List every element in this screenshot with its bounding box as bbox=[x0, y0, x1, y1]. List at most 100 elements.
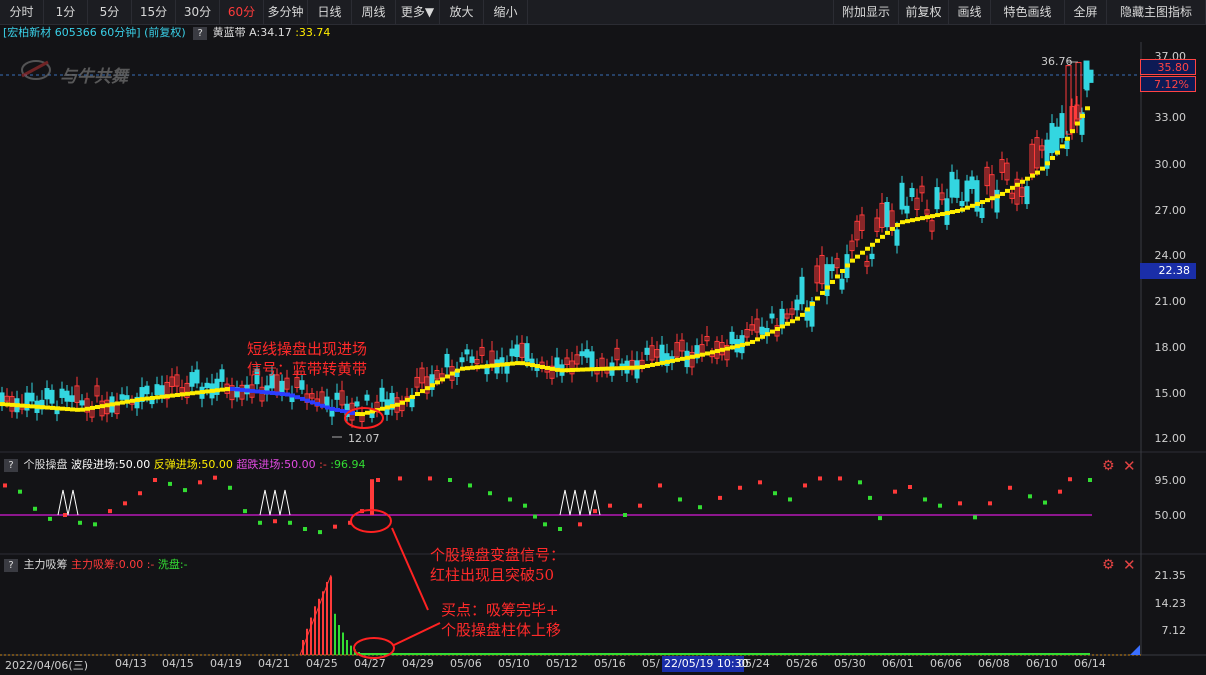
candle-body bbox=[189, 372, 195, 387]
panel2-y-tick: 95.00 bbox=[1154, 474, 1187, 487]
band-segment bbox=[1020, 179, 1025, 184]
candle-body bbox=[219, 369, 225, 382]
wave-point bbox=[333, 524, 337, 529]
band-segment bbox=[20, 403, 25, 408]
crosshair-price-box: 22.38 bbox=[1140, 263, 1196, 279]
gear-icon[interactable]: ⚙ bbox=[1102, 459, 1116, 473]
candle-body bbox=[799, 276, 805, 305]
band-segment bbox=[470, 365, 475, 370]
band-segment bbox=[1065, 136, 1070, 141]
panel2-help-button[interactable]: ? bbox=[4, 458, 18, 472]
wave-point bbox=[818, 476, 822, 481]
candle-body bbox=[524, 343, 530, 362]
band-segment bbox=[5, 402, 10, 407]
band-segment bbox=[1050, 155, 1055, 160]
wave-point bbox=[718, 495, 722, 500]
wave-point bbox=[988, 501, 992, 506]
band-segment bbox=[205, 389, 210, 394]
panel3-sep: :- bbox=[146, 558, 155, 571]
panel3-help-button[interactable]: ? bbox=[4, 558, 18, 572]
candle-body bbox=[514, 344, 520, 358]
band-segment bbox=[755, 337, 760, 342]
candle-body bbox=[659, 344, 665, 363]
buy-point-annotation: 买点：吸筹完毕+ 个股操盘柱体上移 bbox=[441, 600, 561, 640]
band-segment bbox=[495, 363, 500, 368]
candle-body bbox=[794, 299, 800, 311]
band-segment bbox=[775, 326, 780, 331]
band-segment bbox=[1040, 166, 1045, 171]
band-segment bbox=[990, 196, 995, 201]
band-segment bbox=[325, 405, 330, 410]
scroll-corner-icon[interactable] bbox=[1130, 645, 1140, 655]
band-segment bbox=[655, 361, 660, 366]
x-tick: 05/16 bbox=[594, 657, 626, 670]
y-tick: 15.00 bbox=[1154, 387, 1187, 400]
x-tick: 04/19 bbox=[210, 657, 242, 670]
band-segment bbox=[920, 216, 925, 221]
band-segment bbox=[665, 359, 670, 364]
x-tick: 2022/04/06(三) bbox=[5, 659, 88, 672]
wave-point bbox=[168, 481, 172, 486]
gear-icon[interactable]: ⚙ bbox=[1102, 558, 1116, 572]
panel2-y-tick: 50.00 bbox=[1154, 509, 1187, 522]
band-segment bbox=[825, 285, 830, 290]
band-segment bbox=[135, 397, 140, 402]
panel2-header: ? 个股操盘 波段进场:50.00 反弹进场:50.00 超跌进场:50.00 … bbox=[0, 457, 366, 472]
band-segment bbox=[795, 316, 800, 321]
wave-point bbox=[533, 514, 537, 519]
candle-body bbox=[364, 394, 370, 401]
band-segment bbox=[725, 346, 730, 351]
band-segment bbox=[955, 209, 960, 214]
watermark-logo bbox=[21, 60, 51, 80]
band-segment bbox=[360, 412, 365, 417]
band-segment bbox=[440, 377, 445, 382]
close-icon[interactable]: ✕ bbox=[1123, 558, 1137, 573]
wave-point bbox=[1058, 489, 1062, 494]
panel3-wash: 洗盘:- bbox=[157, 558, 188, 571]
candle-body bbox=[759, 326, 765, 335]
wave-point bbox=[318, 530, 322, 535]
annotation-line: 红柱出现且突破50 bbox=[430, 566, 555, 584]
band-segment bbox=[170, 393, 175, 398]
candle-body bbox=[994, 189, 1000, 213]
panel3-y-tick: 7.12 bbox=[1161, 624, 1187, 637]
band-segment bbox=[15, 403, 20, 408]
wave-point bbox=[623, 513, 627, 517]
band-segment bbox=[675, 357, 680, 362]
wave-point bbox=[838, 476, 842, 481]
band-segment bbox=[705, 351, 710, 356]
band-segment bbox=[970, 203, 975, 208]
band-segment bbox=[735, 344, 740, 349]
wave-point bbox=[593, 509, 597, 514]
band-segment bbox=[830, 279, 835, 284]
wave-point bbox=[608, 503, 612, 508]
band-segment bbox=[95, 405, 100, 410]
close-icon[interactable]: ✕ bbox=[1123, 459, 1137, 474]
entry-signal-annotation: 短线操盘出现进场 信号：蓝带转黄带 bbox=[247, 339, 367, 379]
wave-point bbox=[18, 489, 22, 494]
annotation-line: 买点：吸筹完毕+ bbox=[441, 601, 559, 619]
band-segment bbox=[100, 404, 105, 409]
candle-body bbox=[509, 348, 515, 357]
x-tick: 04/25 bbox=[306, 657, 338, 670]
band-segment bbox=[590, 367, 595, 372]
band-segment bbox=[800, 312, 805, 317]
band-segment bbox=[55, 406, 60, 411]
annotation-line: 个股操盘变盘信号： bbox=[430, 546, 566, 564]
band-segment bbox=[1035, 170, 1040, 175]
candle-body bbox=[299, 380, 305, 390]
band-segment bbox=[945, 211, 950, 216]
x-tick: 04/29 bbox=[402, 657, 434, 670]
band-segment bbox=[420, 389, 425, 394]
candle-body bbox=[779, 308, 785, 327]
panel2-sep: :- bbox=[319, 458, 327, 471]
band-segment bbox=[555, 367, 560, 372]
band-segment bbox=[785, 321, 790, 326]
chart-canvas[interactable] bbox=[0, 0, 1206, 675]
x-tick: 05/12 bbox=[546, 657, 578, 670]
band-segment bbox=[550, 366, 555, 371]
band-segment bbox=[40, 405, 45, 410]
x-tick: 04/27 bbox=[354, 657, 386, 670]
band-segment bbox=[235, 387, 240, 392]
band-segment bbox=[220, 387, 225, 392]
